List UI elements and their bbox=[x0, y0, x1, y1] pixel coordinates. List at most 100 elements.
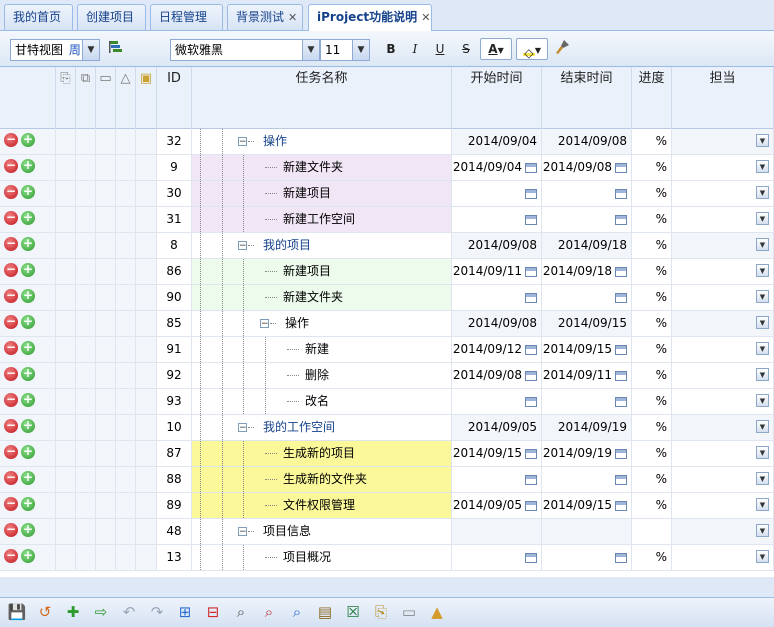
owner-cell[interactable]: ▼ bbox=[672, 181, 774, 206]
delete-row-icon[interactable]: − bbox=[4, 549, 18, 563]
task-name-cell[interactable]: 新建文件夹 bbox=[192, 155, 452, 180]
delete-row-icon[interactable]: − bbox=[4, 393, 18, 407]
collapse-icon[interactable]: − bbox=[238, 241, 247, 251]
gantt-icon[interactable] bbox=[106, 39, 126, 59]
end-date-cell[interactable]: 2014/09/08 bbox=[542, 155, 632, 180]
chevron-down-icon[interactable]: ▼ bbox=[756, 498, 769, 511]
start-date-cell[interactable] bbox=[452, 467, 542, 492]
chevron-down-icon[interactable]: ▼ bbox=[756, 342, 769, 355]
end-date-cell[interactable]: 2014/09/15 bbox=[542, 337, 632, 362]
start-date-cell[interactable] bbox=[452, 545, 542, 570]
task-name-cell[interactable]: 删除 bbox=[192, 363, 452, 388]
tab-schedule[interactable]: 日程管理 bbox=[150, 4, 223, 30]
calendar-icon[interactable] bbox=[615, 396, 627, 407]
calendar-icon[interactable] bbox=[525, 188, 537, 199]
add-row-icon[interactable]: + bbox=[21, 159, 35, 173]
tab-create-project[interactable]: 创建项目 bbox=[77, 4, 146, 30]
collapse-icon[interactable]: − bbox=[238, 527, 247, 537]
tab-bg-test[interactable]: 背景测试 ✕ bbox=[227, 4, 303, 30]
note-icon[interactable]: ▤ bbox=[315, 602, 335, 622]
task-name-cell[interactable]: 生成新的项目 bbox=[192, 441, 452, 466]
col-task-name[interactable]: 任务名称 bbox=[192, 67, 452, 129]
progress-cell[interactable]: % bbox=[632, 181, 672, 206]
end-date-cell[interactable] bbox=[542, 545, 632, 570]
add-row-icon[interactable]: + bbox=[21, 471, 35, 485]
calendar-icon[interactable] bbox=[615, 188, 627, 199]
chevron-down-icon[interactable]: ▼ bbox=[756, 264, 769, 277]
calendar-icon[interactable] bbox=[525, 292, 537, 303]
redo-icon[interactable]: ↷ bbox=[147, 602, 167, 622]
zoom-out-icon[interactable]: ⌕ bbox=[259, 602, 279, 622]
owner-cell[interactable]: ▼ bbox=[672, 363, 774, 388]
progress-cell[interactable]: % bbox=[632, 155, 672, 180]
end-date-cell[interactable]: 2014/09/18 bbox=[542, 259, 632, 284]
start-date-cell[interactable]: 2014/09/11 bbox=[452, 259, 542, 284]
chevron-down-icon[interactable]: ▼ bbox=[756, 420, 769, 433]
add-row-icon[interactable]: + bbox=[21, 263, 35, 277]
progress-cell[interactable]: % bbox=[632, 493, 672, 518]
calendar-icon[interactable] bbox=[615, 474, 627, 485]
chevron-down-icon[interactable]: ▼ bbox=[352, 40, 369, 60]
calendar-icon[interactable] bbox=[615, 370, 627, 381]
delete-row-icon[interactable]: − bbox=[4, 341, 18, 355]
end-date-cell[interactable]: 2014/09/11 bbox=[542, 363, 632, 388]
add-row-icon[interactable]: + bbox=[21, 341, 35, 355]
col-progress[interactable]: 进度 bbox=[632, 67, 672, 129]
owner-cell[interactable]: ▼ bbox=[672, 285, 774, 310]
start-date-cell[interactable] bbox=[452, 389, 542, 414]
zoom-in-icon[interactable]: ⌕ bbox=[287, 602, 307, 622]
progress-cell[interactable]: % bbox=[632, 467, 672, 492]
delete-row-icon[interactable]: − bbox=[4, 367, 18, 381]
task-name-cell[interactable]: 新建项目 bbox=[192, 259, 452, 284]
chevron-down-icon[interactable]: ▼ bbox=[756, 290, 769, 303]
delete-row-icon[interactable]: − bbox=[4, 263, 18, 277]
save-icon[interactable]: 💾 bbox=[7, 602, 27, 622]
progress-cell[interactable]: % bbox=[632, 207, 672, 232]
owner-cell[interactable]: ▼ bbox=[672, 441, 774, 466]
start-date-cell[interactable] bbox=[452, 285, 542, 310]
table-row[interactable]: − +85− 操作 2014/09/08 2014/09/15% ▼ bbox=[0, 311, 774, 337]
end-date-cell[interactable]: 2014/09/19 bbox=[542, 441, 632, 466]
add-row-icon[interactable]: + bbox=[21, 549, 35, 563]
table-row[interactable]: − +10− 我的工作空间 2014/09/05 2014/09/19% ▼ bbox=[0, 415, 774, 441]
calendar-icon[interactable] bbox=[615, 500, 627, 511]
delete-row-icon[interactable]: − bbox=[4, 237, 18, 251]
task-name-cell[interactable]: 新建 bbox=[192, 337, 452, 362]
start-date-cell[interactable]: 2014/09/08 bbox=[452, 363, 542, 388]
task-name-cell[interactable]: 项目概况 bbox=[192, 545, 452, 570]
calendar-icon[interactable] bbox=[525, 448, 537, 459]
add-icon[interactable]: ✚ bbox=[63, 602, 83, 622]
owner-cell[interactable]: ▼ bbox=[672, 519, 774, 544]
delete-row-icon[interactable]: − bbox=[4, 185, 18, 199]
indent-icon[interactable]: ⇨ bbox=[91, 602, 111, 622]
owner-cell[interactable]: ▼ bbox=[672, 493, 774, 518]
delete-row-icon[interactable]: − bbox=[4, 497, 18, 511]
chevron-down-icon[interactable]: ▼ bbox=[82, 40, 99, 60]
collapse-icon[interactable]: − bbox=[238, 423, 247, 433]
insert-icon[interactable]: ⊞ bbox=[175, 602, 195, 622]
chevron-down-icon[interactable]: ▼ bbox=[756, 446, 769, 459]
add-row-icon[interactable]: + bbox=[21, 133, 35, 147]
delete-row-icon[interactable]: − bbox=[4, 133, 18, 147]
delete-row-icon[interactable]: − bbox=[4, 289, 18, 303]
table-row[interactable]: − +9 新建文件夹 2014/09/04 2014/09/08% ▼ bbox=[0, 155, 774, 181]
start-date-cell[interactable]: 2014/09/15 bbox=[452, 441, 542, 466]
task-name-cell[interactable]: 新建文件夹 bbox=[192, 285, 452, 310]
progress-cell[interactable]: % bbox=[632, 337, 672, 362]
progress-cell[interactable]: % bbox=[632, 129, 672, 154]
table-row[interactable]: − +89 文件权限管理 2014/09/05 2014/09/15% ▼ bbox=[0, 493, 774, 519]
chevron-down-icon[interactable]: ▼ bbox=[756, 134, 769, 147]
table-row[interactable]: − +32− 操作 2014/09/04 2014/09/08% ▼ bbox=[0, 129, 774, 155]
progress-cell[interactable]: % bbox=[632, 363, 672, 388]
add-row-icon[interactable]: + bbox=[21, 211, 35, 225]
owner-cell[interactable]: ▼ bbox=[672, 233, 774, 258]
tab-iproject-intro[interactable]: iProject功能说明 ✕ bbox=[308, 4, 432, 32]
delete-row-icon[interactable]: − bbox=[4, 523, 18, 537]
calendar-icon[interactable] bbox=[525, 370, 537, 381]
calendar-icon[interactable] bbox=[615, 162, 627, 173]
chevron-down-icon[interactable]: ▼ bbox=[756, 394, 769, 407]
font-color-button[interactable]: A▼ bbox=[480, 38, 512, 60]
start-date-cell[interactable]: 2014/09/04 bbox=[452, 155, 542, 180]
progress-cell[interactable]: % bbox=[632, 285, 672, 310]
calendar-icon[interactable] bbox=[525, 214, 537, 225]
